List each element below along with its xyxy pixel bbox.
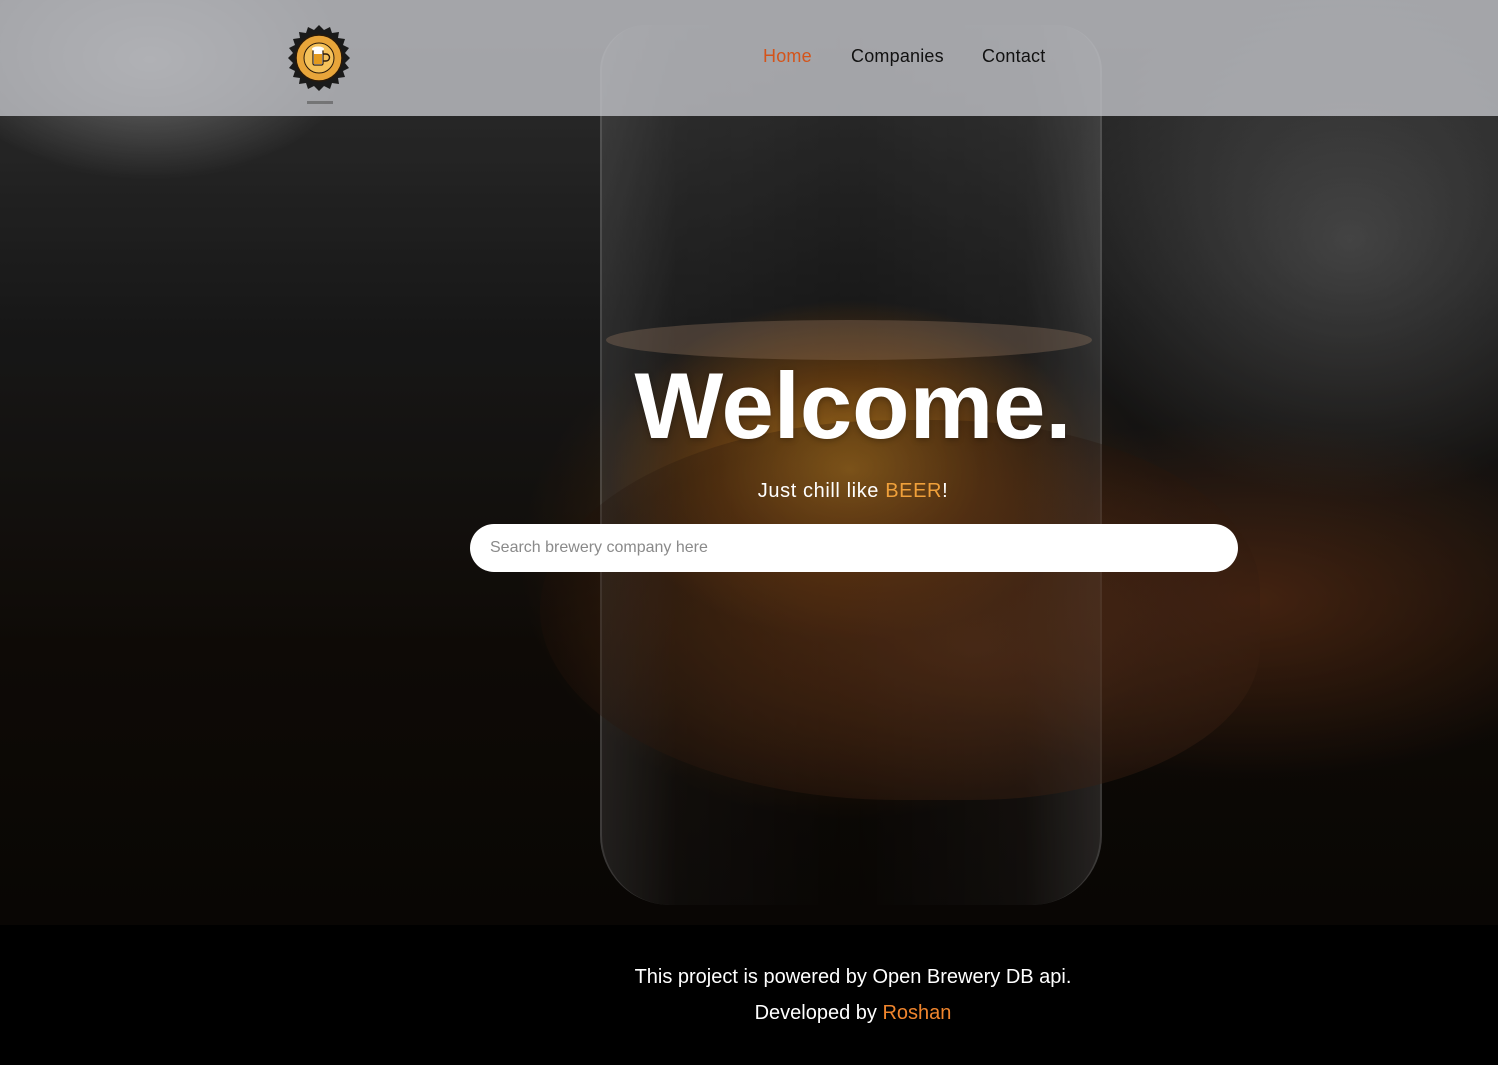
- footer-credit: This project is powered by Open Brewery …: [634, 966, 1072, 988]
- footer-developer: Developed by Roshan: [0, 1002, 1498, 1025]
- tagline-prefix: Just chill like: [757, 480, 886, 502]
- footer: This project is powered by Open Brewery …: [0, 925, 1498, 1065]
- developer-prefix: Developed by: [754, 1002, 883, 1024]
- hero-overlay: [0, 0, 1498, 925]
- welcome-heading: Welcome.: [634, 353, 1072, 458]
- logo-subtext: [307, 101, 333, 104]
- navbar: Home Companies Contact: [0, 0, 1498, 116]
- search-input[interactable]: [470, 524, 1238, 572]
- hero-background: [0, 0, 1498, 925]
- main-nav: Home Companies Contact: [0, 46, 1498, 70]
- nav-link-home[interactable]: Home: [763, 46, 812, 67]
- tagline: Just chill like BEER!: [0, 480, 1498, 503]
- tagline-suffix: !: [942, 480, 949, 502]
- nav-link-contact[interactable]: Contact: [982, 46, 1045, 67]
- tagline-accent: BEER: [885, 480, 943, 502]
- nav-link-companies[interactable]: Companies: [851, 46, 944, 67]
- author-link[interactable]: Roshan: [882, 1002, 951, 1024]
